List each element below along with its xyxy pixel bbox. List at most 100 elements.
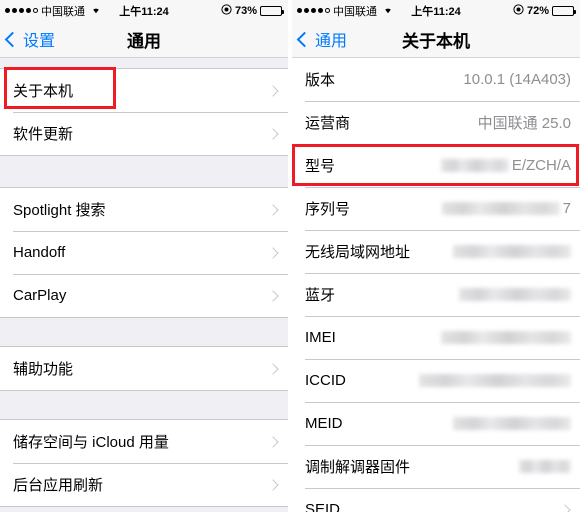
- redacted-value-mask: [519, 460, 571, 473]
- row-label: 运营商: [305, 115, 351, 132]
- list-item-imei[interactable]: IMEI: [292, 316, 580, 359]
- battery-percent-label: 73%: [234, 4, 257, 17]
- status-carrier-label: 中国联通: [41, 5, 85, 18]
- wifi-icon: [90, 4, 102, 17]
- list-item-modem-firmware[interactable]: 调制解调器固件: [292, 445, 580, 488]
- right-status-bar: 中国联通 上午11:24 72%: [292, 0, 580, 21]
- row-label: 辅助功能: [13, 361, 74, 378]
- chevron-right-icon: [559, 503, 571, 512]
- list-spacer: [0, 391, 288, 419]
- back-button-label: 通用: [315, 33, 348, 50]
- row-value: 中国联通 25.0: [477, 115, 571, 132]
- list-item-carrier[interactable]: 运营商 中国联通 25.0: [292, 101, 580, 144]
- back-button[interactable]: 设置: [0, 27, 55, 51]
- list-item-spotlight-search[interactable]: Spotlight 搜索: [0, 188, 288, 231]
- battery-icon: [552, 5, 576, 16]
- chevron-left-icon: [296, 31, 313, 47]
- list-spacer: [0, 156, 288, 187]
- redacted-value-mask: [453, 245, 571, 258]
- back-button-label: 设置: [23, 33, 56, 50]
- left-phone-screen: 中国联通 上午11:24 73% 设置 通用 关于本机 软件更新 Spotlig…: [0, 0, 292, 512]
- list-item-bluetooth[interactable]: 蓝牙: [292, 273, 580, 316]
- row-label: 版本: [305, 72, 336, 89]
- row-value-redacted: [453, 417, 571, 430]
- chevron-right-icon: [267, 84, 279, 97]
- redacted-value-mask: [440, 159, 509, 172]
- list-item-wifi-address[interactable]: 无线局域网地址: [292, 230, 580, 273]
- row-label: 关于本机: [13, 83, 74, 100]
- row-accessory: [267, 127, 279, 140]
- row-accessory: [267, 435, 279, 448]
- list-item-model[interactable]: 型号 E/ZCH/A: [292, 144, 580, 187]
- chevron-right-icon: [267, 478, 279, 491]
- row-value-redacted: [441, 331, 571, 344]
- list-spacer: [0, 318, 288, 346]
- list-item-version[interactable]: 版本 10.0.1 (14A403): [292, 58, 580, 101]
- chevron-right-icon: [267, 127, 279, 140]
- row-label: ICCID: [305, 372, 346, 389]
- redacted-value-mask: [453, 417, 571, 430]
- list-item-seid[interactable]: SEID: [292, 488, 580, 512]
- row-accessory: 10.0.1 (14A403): [463, 71, 571, 88]
- right-phone-screen: 中国联通 上午11:24 72% 通用 关于本机 版本 10.0.1 (14A4…: [292, 0, 580, 512]
- right-nav-bar: 通用 关于本机: [292, 21, 580, 58]
- chevron-left-icon: [4, 31, 21, 47]
- row-label: 储存空间与 iCloud 用量: [13, 434, 169, 451]
- about-info-group: 版本 10.0.1 (14A403) 运营商 中国联通 25.0 型号 E/ZC…: [292, 58, 580, 512]
- chevron-right-icon: [267, 362, 279, 375]
- row-label: 软件更新: [13, 126, 74, 143]
- row-accessory: [267, 84, 279, 97]
- row-value: E/ZCH/A: [511, 157, 571, 174]
- settings-group-accessibility: 辅助功能: [0, 346, 288, 391]
- left-nav-bar: 设置 通用: [0, 21, 288, 58]
- row-value-redacted: E/ZCH/A: [440, 157, 571, 174]
- left-status-bar: 中国联通 上午11:24 73%: [0, 0, 288, 21]
- row-label: IMEI: [305, 329, 336, 346]
- row-label: 蓝牙: [305, 287, 336, 304]
- redacted-value-mask: [441, 202, 560, 215]
- row-accessory: 中国联通 25.0: [478, 112, 571, 133]
- list-item-accessibility[interactable]: 辅助功能: [0, 347, 288, 390]
- row-label: Spotlight 搜索: [13, 202, 106, 219]
- battery-percent-label: 72%: [526, 4, 549, 17]
- chevron-right-icon: [267, 289, 279, 302]
- row-label: 序列号: [305, 201, 351, 218]
- left-settings-list[interactable]: 关于本机 软件更新 Spotlight 搜索 Handoff CarPlay 辅…: [0, 58, 288, 512]
- list-item-meid[interactable]: MEID: [292, 402, 580, 445]
- chevron-right-icon: [267, 435, 279, 448]
- redacted-value-mask: [441, 331, 571, 344]
- list-item-iccid[interactable]: ICCID: [292, 359, 580, 402]
- row-value: 7: [562, 200, 571, 217]
- row-accessory: [267, 246, 279, 259]
- list-item-serial-number[interactable]: 序列号 7: [292, 187, 580, 230]
- status-bar-left: 中国联通: [5, 3, 102, 19]
- row-label: SEID: [305, 501, 341, 512]
- list-item-handoff[interactable]: Handoff: [0, 231, 288, 274]
- list-item-carplay[interactable]: CarPlay: [0, 274, 288, 317]
- settings-group-about: 关于本机 软件更新: [0, 68, 288, 156]
- signal-strength-icon: [297, 8, 330, 13]
- status-bar-right: 73%: [221, 3, 284, 18]
- list-item-about-device[interactable]: 关于本机: [0, 69, 288, 112]
- redacted-value-mask: [459, 288, 571, 301]
- list-item-software-update[interactable]: 软件更新: [0, 112, 288, 155]
- list-item-storage-icloud[interactable]: 储存空间与 iCloud 用量: [0, 420, 288, 463]
- wifi-icon: [382, 4, 394, 17]
- list-spacer: [0, 58, 288, 68]
- row-value-redacted: [453, 245, 571, 258]
- status-bar-right: 72%: [513, 3, 576, 18]
- right-about-list[interactable]: 版本 10.0.1 (14A403) 运营商 中国联通 25.0 型号 E/ZC…: [292, 58, 580, 512]
- row-label: 后台应用刷新: [13, 477, 104, 494]
- row-label: 无线局域网地址: [305, 244, 411, 261]
- row-label: 调制解调器固件: [305, 459, 411, 476]
- row-label: 型号: [305, 158, 336, 175]
- row-value-redacted: 7: [441, 200, 571, 217]
- row-label: CarPlay: [13, 287, 67, 304]
- row-accessory: [267, 289, 279, 302]
- status-bar-left: 中国联通: [297, 3, 394, 19]
- list-item-background-app-refresh[interactable]: 后台应用刷新: [0, 463, 288, 506]
- row-label: Handoff: [13, 244, 66, 261]
- row-accessory: [267, 478, 279, 491]
- back-button[interactable]: 通用: [292, 27, 347, 51]
- list-spacer: [0, 507, 288, 512]
